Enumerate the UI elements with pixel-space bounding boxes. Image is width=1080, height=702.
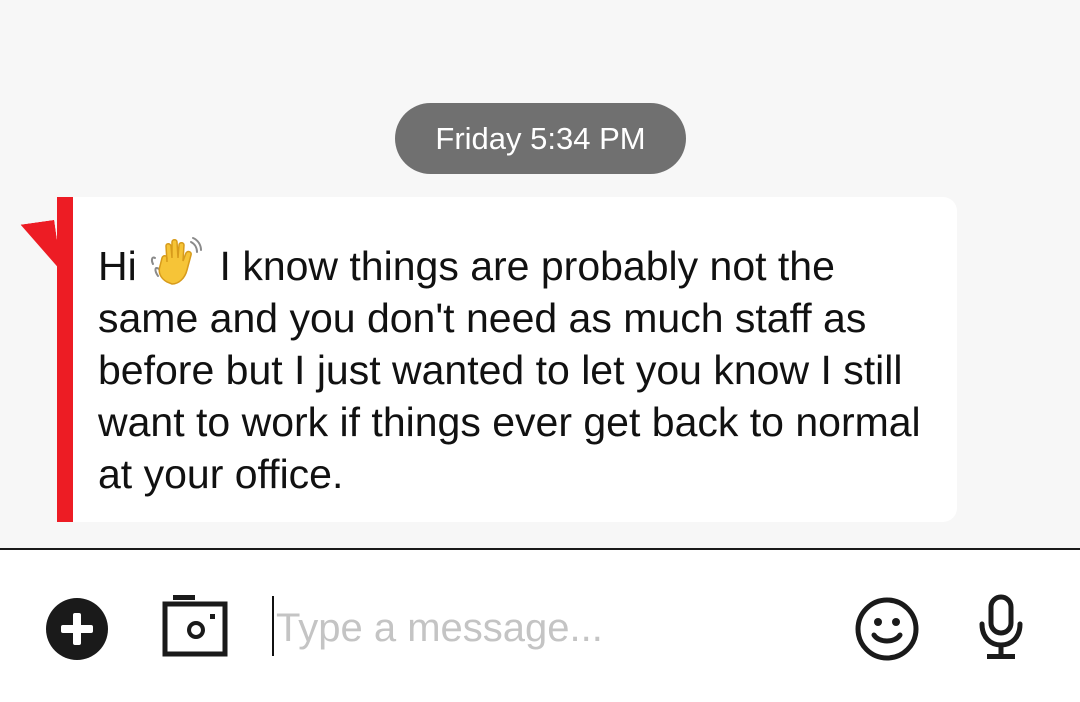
camera-icon[interactable] [160,592,230,660]
mic-icon[interactable] [978,594,1024,662]
message-greeting: Hi [98,243,137,289]
conversation-area: Friday 5:34 PM Hi I know things are prob… [0,0,1080,548]
emoji-icon[interactable] [855,597,919,661]
message-body: I know things are probably not the same … [98,243,921,497]
message-text: Hi I know things are probably not the sa… [98,236,938,500]
bubble-accent-bar [57,197,73,522]
waving-hand-emoji-icon [151,237,203,285]
text-cursor [272,596,274,656]
timestamp-pill: Friday 5:34 PM [395,103,686,174]
message-input[interactable] [276,598,816,658]
bubble-tail [21,220,62,276]
plus-icon[interactable] [45,597,109,661]
